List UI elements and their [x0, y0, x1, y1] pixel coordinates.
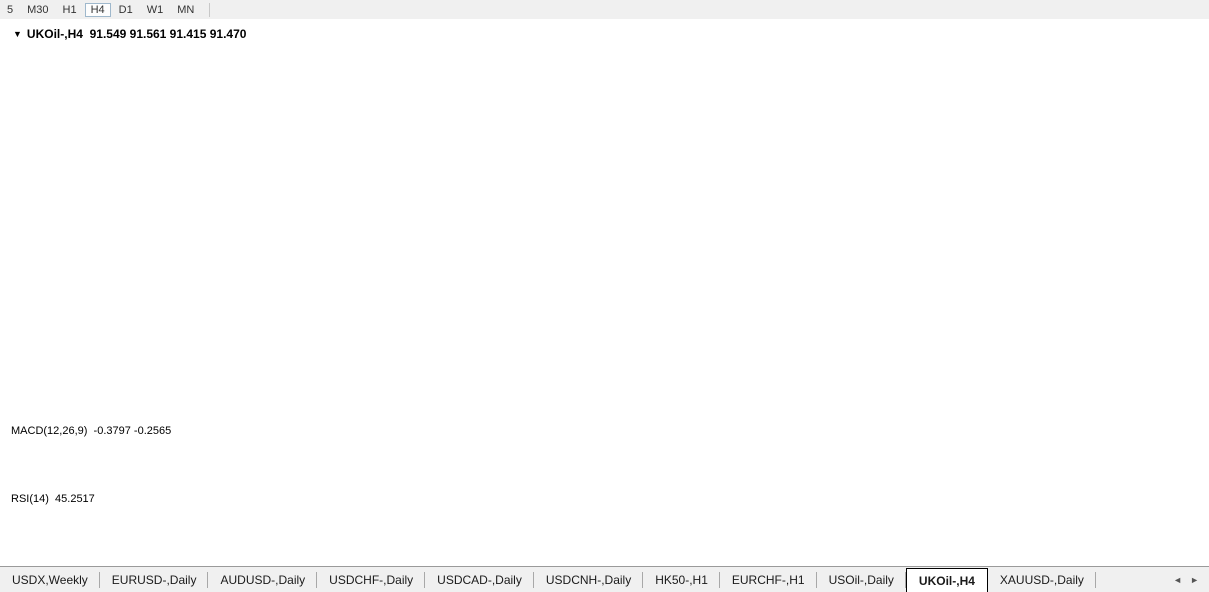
chart-dropdown-icon[interactable]: ▼ [13, 29, 22, 39]
chart-tab-eurusd-daily[interactable]: EURUSD-,Daily [100, 567, 209, 592]
chart-tab-bar: USDX,WeeklyEURUSD-,DailyAUDUSD-,DailyUSD… [0, 566, 1209, 592]
tab-scroll-right-icon[interactable]: ► [1190, 575, 1199, 585]
chart-symbol-timeframe: UKOil-,H4 [27, 27, 83, 41]
chart-ohlc-values: 91.549 91.561 91.415 91.470 [90, 27, 247, 41]
chart-tab-usdx-weekly[interactable]: USDX,Weekly [0, 567, 100, 592]
chart-tab-ukoil-h4[interactable]: UKOil-,H4 [906, 568, 988, 592]
tab-scroll-controls: ◄► [1163, 567, 1209, 592]
rsi-value: 45.2517 [55, 493, 95, 505]
chart-background [0, 19, 1209, 566]
chart-tab-xauusd-daily[interactable]: XAUUSD-,Daily [988, 567, 1096, 592]
rsi-indicator-label: RSI(14) 45.2517 [11, 493, 95, 505]
tab-scroll-left-icon[interactable]: ◄ [1173, 575, 1182, 585]
chart-tab-eurchf-h1[interactable]: EURCHF-,H1 [720, 567, 817, 592]
chart-tab-hk50-h1[interactable]: HK50-,H1 [643, 567, 720, 592]
macd-name: MACD(12,26,9) [11, 425, 87, 437]
chart-tab-usdcnh-daily[interactable]: USDCNH-,Daily [534, 567, 643, 592]
chart-tab-usoil-daily[interactable]: USOil-,Daily [817, 567, 906, 592]
mt4-window: 5M30H1H4D1W1MN ▼UKOil-,H4 91.549 91.561 … [0, 0, 1209, 592]
rsi-name: RSI(14) [11, 493, 49, 505]
chart-header: ▼ UKOil-,H4 91.549 91.561 91.415 91.470 [13, 27, 246, 41]
macd-indicator-label: MACD(12,26,9) -0.3797 -0.2565 [11, 425, 171, 437]
chart-tab-audusd-daily[interactable]: AUDUSD-,Daily [208, 567, 317, 592]
chart-tab-usdchf-daily[interactable]: USDCHF-,Daily [317, 567, 425, 592]
chart-canvas [0, 0, 1209, 592]
chart-tab-usdcad-daily[interactable]: USDCAD-,Daily [425, 567, 534, 592]
macd-values: -0.3797 -0.2565 [94, 425, 172, 437]
